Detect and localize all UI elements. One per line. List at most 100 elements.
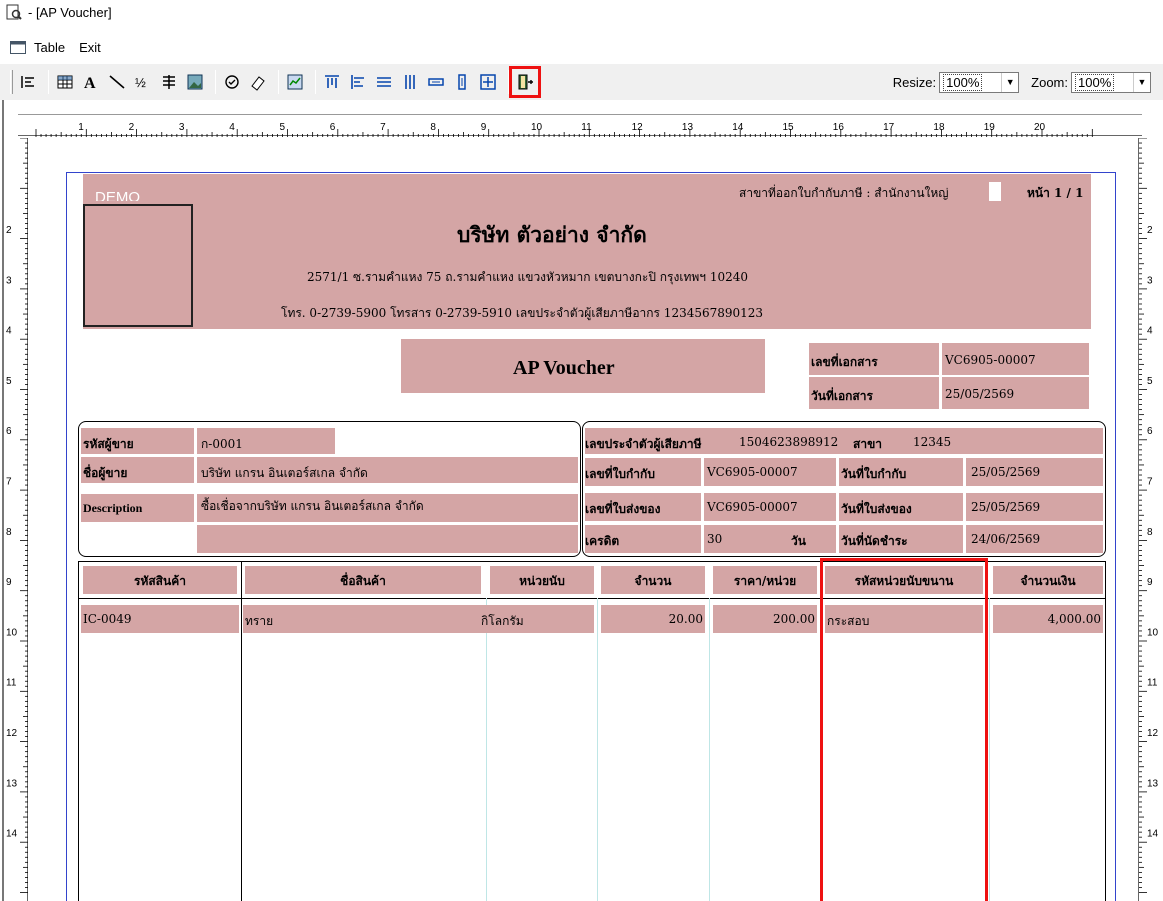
ruler-number: 6 xyxy=(330,122,336,133)
toolbar-separator xyxy=(508,70,509,94)
vendor-desc: ซื้อเชื่อจากบริษัท แกรน อินเตอร์สเกล จำก… xyxy=(201,499,424,513)
ruler-number: 12 xyxy=(632,122,644,133)
chevron-down-icon[interactable]: ▼ xyxy=(1001,72,1018,92)
vertical-ruler-right[interactable]: 2 3 4 5 6 7 8 9 10 11 12 13 14 xyxy=(1138,138,1159,901)
doc-no: VC6905-00007 xyxy=(945,353,1036,367)
page-divider xyxy=(989,182,1001,202)
toolbar-separator xyxy=(48,70,49,94)
chevron-down-icon[interactable]: ▼ xyxy=(1133,72,1150,92)
table-cell-value: กิโลกรัม xyxy=(481,614,524,628)
toolbar-separator xyxy=(215,70,216,94)
doc-date: 25/05/2569 xyxy=(945,387,1015,401)
company-name: บริษัท ตัวอย่าง จำกัด xyxy=(457,222,647,247)
ruler-number: 8 xyxy=(6,527,12,538)
ruler-number: 7 xyxy=(6,477,12,488)
align-top-icon[interactable] xyxy=(321,71,343,93)
ruler-number: 11 xyxy=(581,122,592,133)
logo-placeholder[interactable] xyxy=(83,204,193,327)
exit-door-icon[interactable] xyxy=(509,66,541,98)
doc-info-divider xyxy=(809,375,1089,377)
ruler-number: 11 xyxy=(1147,678,1158,689)
delivery-no: VC6905-00007 xyxy=(707,500,798,514)
line-icon[interactable] xyxy=(106,71,128,93)
company-contact: โทร. 0-2739-5900 โทรสาร 0-2739-5910 เลขป… xyxy=(281,306,764,320)
field-icon[interactable] xyxy=(158,71,180,93)
vendor-desc-label: Description xyxy=(83,501,143,515)
vertical-spacing-icon[interactable] xyxy=(451,71,473,93)
menu-exit[interactable]: Exit xyxy=(79,40,101,55)
ruler-number: 15 xyxy=(783,122,795,133)
text-icon[interactable]: A xyxy=(80,71,102,93)
same-height-icon[interactable] xyxy=(399,71,421,93)
ruler-number: 13 xyxy=(6,778,18,789)
formula-icon[interactable]: ½ xyxy=(132,71,154,93)
vertical-ruler-left[interactable]: 2 3 4 5 6 7 8 9 10 11 12 13 14 xyxy=(4,138,28,901)
items-col-line xyxy=(241,561,242,901)
svg-text:A: A xyxy=(84,75,96,91)
ruler-number: 20 xyxy=(1034,122,1046,133)
vendor-extra-band[interactable] xyxy=(197,525,578,553)
ruler-number: 5 xyxy=(1147,376,1153,387)
ruler-number: 2 xyxy=(129,122,135,133)
ruler-number: 14 xyxy=(1147,829,1159,840)
ruler-number: 2 xyxy=(1147,225,1153,236)
same-width-icon[interactable] xyxy=(373,71,395,93)
resize-label: Resize: xyxy=(892,74,937,90)
ruler-number: 3 xyxy=(6,275,12,286)
vendor-code: ก-0001 xyxy=(201,437,243,451)
table-cell-value: ทราย xyxy=(245,614,274,628)
ruler-number: 17 xyxy=(883,122,895,133)
ruler-number: 3 xyxy=(179,122,185,133)
report-page: DEMO สาขาที่ออกใบกำกับภาษี : สำนักงานใหญ… xyxy=(66,172,1116,901)
invoice-no: VC6905-00007 xyxy=(707,465,798,479)
ruler-number: 6 xyxy=(1147,426,1153,437)
ruler-number: 12 xyxy=(6,728,18,739)
menu-table[interactable]: Table xyxy=(34,40,65,55)
ruler-number: 14 xyxy=(732,122,744,133)
vendor-name: บริษัท แกรน อินเตอร์สเกล จำกัด xyxy=(201,466,368,480)
delivery-no-label: เลขที่ใบส่งของ xyxy=(585,502,661,516)
items-col-line xyxy=(597,598,598,901)
delivery-date-label: วันที่ใบส่งของ xyxy=(841,502,912,516)
menu-bar: Table Exit xyxy=(0,36,1163,58)
window-title-bar: - [AP Voucher] xyxy=(0,0,1163,24)
ruler-number: 1 xyxy=(78,122,84,133)
zoom-select[interactable]: 100% ▼ xyxy=(1071,71,1151,93)
ruler-number: 13 xyxy=(1147,778,1159,789)
ruler-number: 8 xyxy=(430,122,436,133)
center-icon[interactable] xyxy=(477,71,499,93)
toolbar-separator xyxy=(278,70,279,94)
align-left-icon[interactable] xyxy=(347,71,369,93)
table-icon[interactable] xyxy=(54,71,76,93)
eraser-icon[interactable] xyxy=(247,71,269,93)
toolbar-separator xyxy=(315,70,316,94)
ruler-number: 5 xyxy=(280,122,286,133)
taxid: 1504623898912 xyxy=(739,435,839,449)
ruler-number: 13 xyxy=(682,122,694,133)
svg-text:½: ½ xyxy=(135,75,146,90)
chart-icon[interactable] xyxy=(284,71,306,93)
due-date: 24/06/2569 xyxy=(971,532,1041,546)
stamp-icon[interactable] xyxy=(221,71,243,93)
table-header-label: หน่วยนับ xyxy=(519,574,565,588)
table-header-label: ชื่อสินค้า xyxy=(340,574,386,588)
table-header-label: จำนวนเงิน xyxy=(1020,574,1076,588)
image-icon[interactable] xyxy=(184,71,206,93)
toolbar-grip[interactable] xyxy=(10,70,13,94)
ruler-number: 9 xyxy=(1147,577,1153,588)
resize-select[interactable]: 100% ▼ xyxy=(939,71,1020,93)
doc-title: AP Voucher xyxy=(513,357,615,379)
ruler-number: 10 xyxy=(531,122,543,133)
horizontal-spacing-icon[interactable] xyxy=(425,71,447,93)
ruler-number: 18 xyxy=(933,122,945,133)
horizontal-ruler[interactable]: 1 2 3 4 5 6 7 8 9 10 11 12 13 14 15 16 17 18 19 20 xyxy=(18,114,1142,137)
table-menu-icon xyxy=(10,40,26,54)
ruler-number: 19 xyxy=(984,122,996,133)
window-title: - [AP Voucher] xyxy=(28,4,112,20)
invoice-date-label: วันที่ใบกำกับ xyxy=(841,467,907,481)
ruler-number: 3 xyxy=(1147,275,1153,286)
table-header-label: ราคา/หน่วย xyxy=(733,574,797,588)
ruler-number: 4 xyxy=(6,326,12,337)
align-icon[interactable] xyxy=(17,71,39,93)
company-address: 2571/1 ซ.รามคำแหง 75 ถ.รามคำแหง แขวงหัวห… xyxy=(307,270,749,284)
